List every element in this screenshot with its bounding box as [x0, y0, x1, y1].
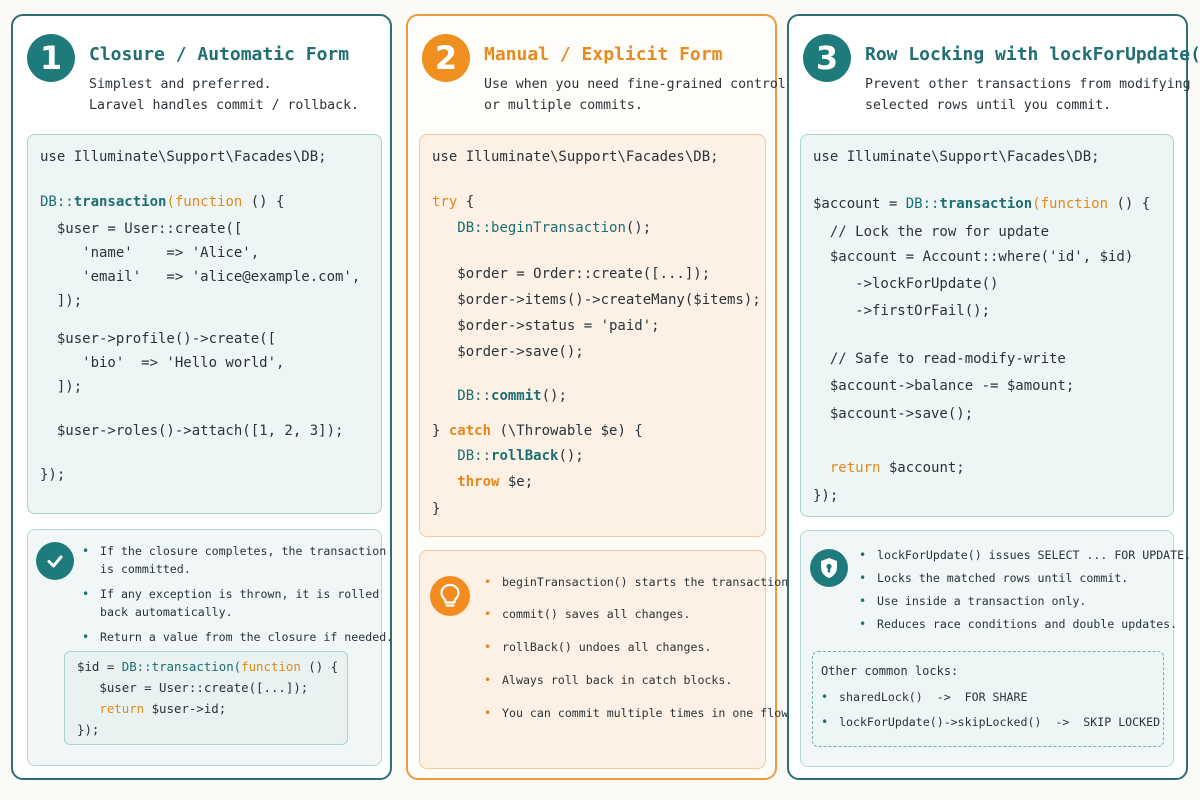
code-line: 'name' => 'Alice', — [40, 245, 260, 261]
code-line: $account = Account::where('id', $id) — [813, 249, 1134, 265]
code-line: return $account; — [813, 460, 965, 476]
panel-title: Row Locking with lockForUpdate() — [865, 44, 1200, 65]
code-block: use Illuminate\Support\Facades\DB; try {… — [419, 134, 766, 537]
code-line: $user->profile()->create([ — [40, 331, 277, 347]
code-line: $user = User::create([...]); — [77, 680, 309, 695]
list-item: Locks the matched rows until commit. — [859, 569, 1128, 587]
example-code-block: $id = DB::transaction(function () { $use… — [64, 651, 348, 745]
panel-title: Manual / Explicit Form — [484, 44, 723, 65]
panel-subtitle: Prevent other transactions from modifyin… — [865, 77, 1191, 113]
code-line: DB::transaction(function () { — [40, 194, 285, 210]
list-item: Return a value from the closure if neede… — [82, 628, 393, 646]
notes-box: lockForUpdate() issues SELECT ... FOR UP… — [800, 530, 1191, 767]
code-line: use Illuminate\Support\Facades\DB; — [813, 149, 1100, 165]
code-line: ->lockForUpdate() — [813, 276, 999, 292]
lightbulb-icon — [430, 576, 470, 616]
step-number-badge: 2 — [422, 34, 470, 82]
code-line: 'bio' => 'Hello world', — [40, 355, 285, 371]
list-item: beginTransaction() starts the transactio… — [484, 573, 795, 591]
panel-row-locking: 3 Row Locking with lockForUpdate() Preve… — [787, 14, 1200, 780]
code-line: $account->balance -= $amount; — [813, 378, 1075, 394]
code-block: use Illuminate\Support\Facades\DB; $acco… — [800, 134, 1174, 517]
list-item: Use inside a transaction only. — [859, 592, 1086, 610]
code-line: DB::beginTransaction(); — [432, 220, 652, 236]
code-line: DB::rollBack(); — [432, 448, 584, 464]
list-item: If the closure completes, the transactio… — [82, 542, 386, 578]
shield-lock-icon — [810, 549, 848, 587]
list-item: Always roll back in catch blocks. — [484, 671, 732, 689]
code-comment: // Lock the row for update — [813, 224, 1050, 240]
list-item: rollBack() undoes all changes. — [484, 638, 711, 656]
code-line: ]); — [40, 379, 83, 395]
panel-title: Closure / Automatic Form — [89, 44, 350, 65]
code-line: ]); — [40, 293, 83, 309]
code-line: $id = DB::transaction(function () { — [77, 659, 339, 674]
code-line: $user->roles()->attach([1, 2, 3]); — [40, 423, 344, 439]
code-line: $order->save(); — [432, 344, 584, 360]
code-line: try { — [432, 194, 475, 210]
list-item: sharedLock() -> FOR SHARE — [821, 688, 1027, 706]
code-line: }); — [77, 722, 100, 737]
code-line: $order->status = 'paid'; — [432, 318, 660, 334]
step-number-badge: 3 — [803, 34, 851, 82]
list-item: If any exception is thrown, it is rolled… — [82, 585, 379, 621]
code-line: $account = DB::transaction(function () { — [813, 196, 1151, 212]
list-item: lockForUpdate() issues SELECT ... FOR UP… — [859, 546, 1191, 564]
list-item: You can commit multiple times in one flo… — [484, 704, 795, 722]
code-line: $order = Order::create([...]); — [432, 266, 711, 282]
code-line: } — [432, 501, 441, 517]
panel-subtitle: Simplest and preferred. Laravel handles … — [89, 77, 359, 113]
code-line: use Illuminate\Support\Facades\DB; — [432, 149, 719, 165]
list-item: lockForUpdate()->skipLocked() -> SKIP LO… — [821, 713, 1160, 731]
code-line: } catch (\Throwable $e) { — [432, 423, 643, 439]
other-locks-heading: Other common locks: — [821, 664, 959, 678]
list-item: Reduces race conditions and double updat… — [859, 615, 1177, 633]
other-locks-box: Other common locks: sharedLock() -> FOR … — [812, 651, 1164, 747]
panel-subtitle: Use when you need fine-grained control o… — [484, 77, 786, 113]
code-line: }); — [40, 467, 66, 483]
code-block: use Illuminate\Support\Facades\DB; DB::t… — [27, 134, 382, 514]
code-line: 'email' => 'alice@example.com', — [40, 269, 361, 285]
check-circle-icon — [36, 542, 74, 580]
code-line: }); — [813, 488, 839, 504]
code-line: $account->save(); — [813, 406, 974, 422]
code-comment: // Safe to read-modify-write — [813, 351, 1066, 367]
code-line: throw $e; — [432, 474, 534, 490]
notes-box: If the closure completes, the transactio… — [27, 529, 393, 766]
code-line: use Illuminate\Support\Facades\DB; — [40, 149, 327, 165]
notes-box: beginTransaction() starts the transactio… — [419, 550, 795, 769]
panel-closure-form: 1 Closure / Automatic Form Simplest and … — [11, 14, 393, 780]
code-line: $order->items()->createMany($items); — [432, 292, 761, 308]
code-line: DB::commit(); — [432, 388, 567, 404]
code-line: $user = User::create([ — [40, 221, 243, 237]
step-number-badge: 1 — [27, 34, 75, 82]
code-line: return $user->id; — [77, 701, 227, 716]
list-item: commit() saves all changes. — [484, 605, 690, 623]
code-line: ->firstOrFail(); — [813, 303, 991, 319]
panel-manual-form: 2 Manual / Explicit Form Use when you ne… — [406, 14, 795, 780]
